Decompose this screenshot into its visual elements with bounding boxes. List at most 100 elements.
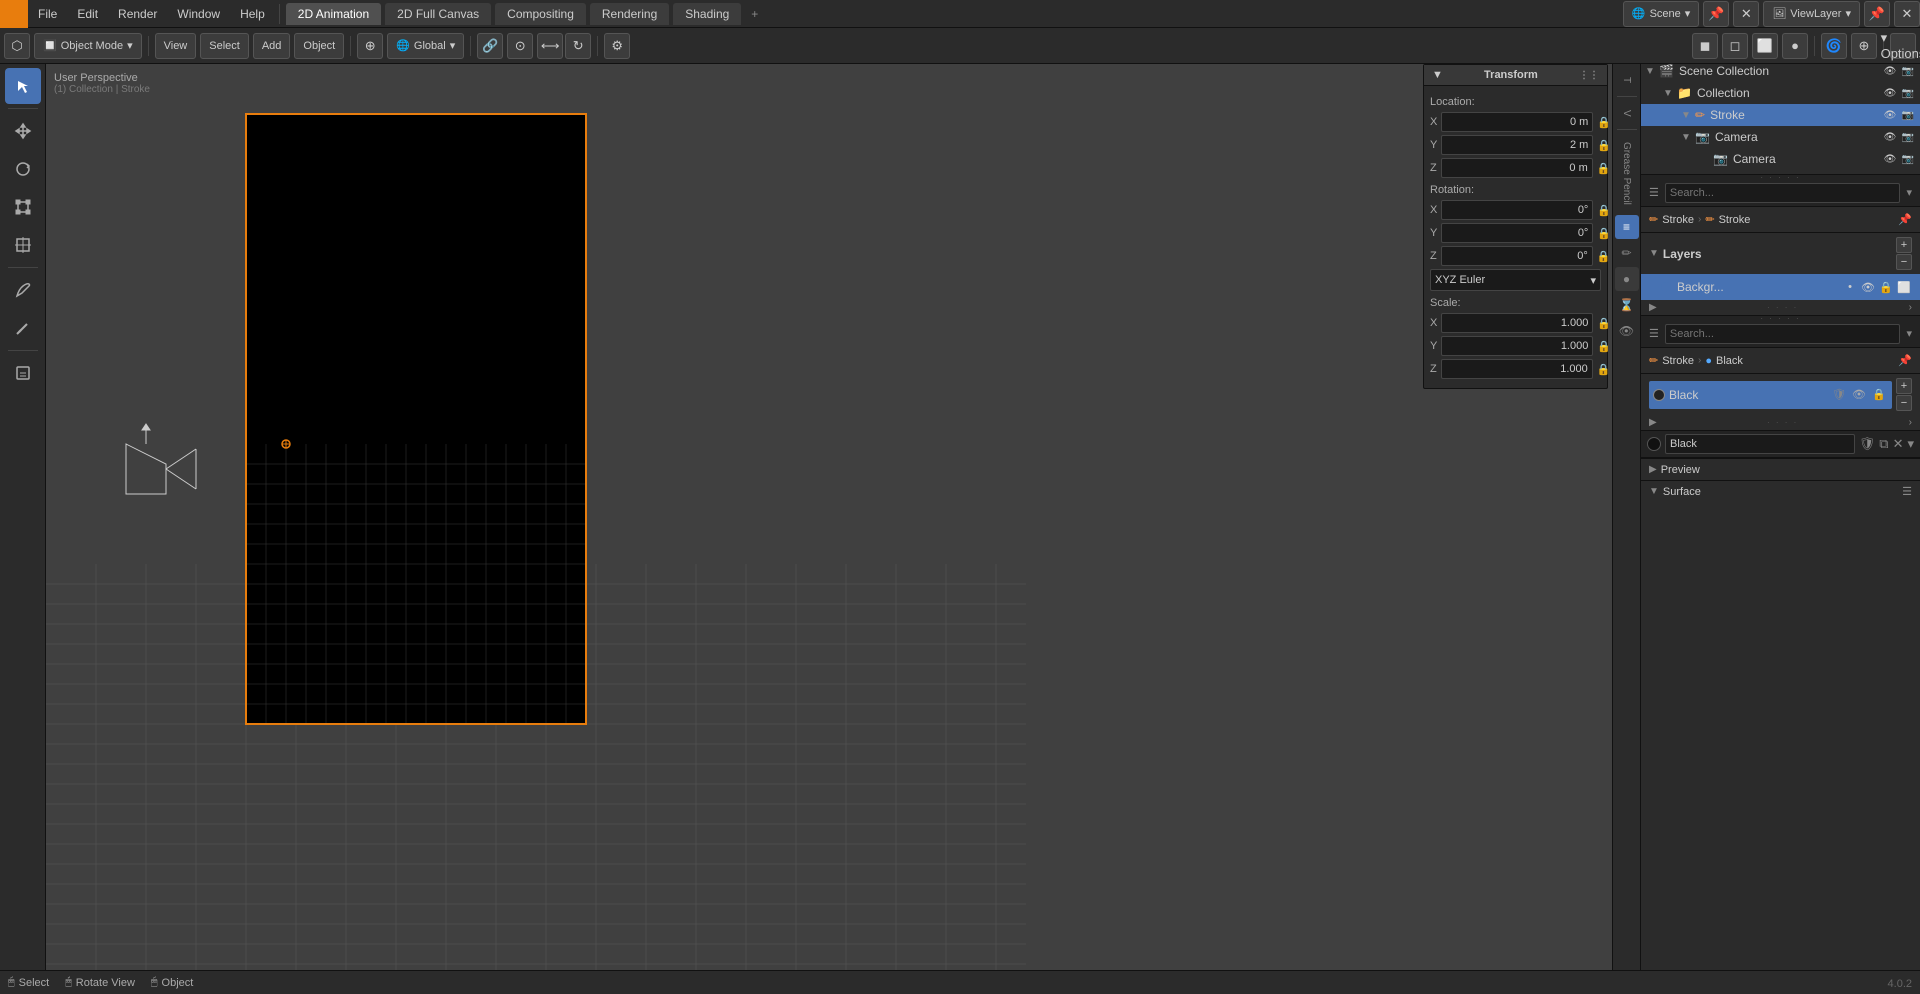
camera-child-visibility-icon[interactable]: 👁 xyxy=(1882,151,1898,167)
draw-tool-btn[interactable] xyxy=(5,272,41,308)
workspace-tab-compositing[interactable]: Compositing xyxy=(495,3,586,25)
add-menu-btn[interactable]: Add xyxy=(253,33,291,59)
material-slot-black[interactable]: Black 🛡 👁 🔒 xyxy=(1649,381,1892,409)
material-name-input[interactable] xyxy=(1665,434,1855,454)
material-shield-btn[interactable]: 🛡 xyxy=(1859,436,1876,452)
snap-btn[interactable]: 🔗 xyxy=(477,33,503,59)
scale-x-input[interactable] xyxy=(1441,313,1593,333)
workspace-tab-shading[interactable]: Shading xyxy=(673,3,741,25)
collection-visibility-icon[interactable]: 👁 xyxy=(1882,85,1898,101)
tree-item-camera-child[interactable]: ▶ 📷 Camera 👁 📷 xyxy=(1641,148,1920,170)
camera-render-icon[interactable]: 📷 xyxy=(1900,129,1916,145)
select-menu-btn[interactable]: Select xyxy=(200,33,249,59)
render-overlay-btn[interactable]: ⚙ xyxy=(604,33,630,59)
gp-breadcrumb-pin[interactable]: 📌 xyxy=(1898,213,1912,226)
menu-file[interactable]: File xyxy=(28,0,67,27)
grease-pencil-label[interactable]: Grease Pencil xyxy=(1621,134,1632,213)
tree-item-stroke[interactable]: ▼ ✏ Stroke 👁 📷 xyxy=(1641,104,1920,126)
proportional-edit-btn[interactable]: ⊙ xyxy=(507,33,533,59)
side-tool-btn[interactable]: T xyxy=(1615,68,1639,92)
workspace-add-tab[interactable]: + xyxy=(743,3,766,25)
layer-add-btn[interactable]: + xyxy=(1896,237,1912,253)
material-lock-icon[interactable]: 🔒 xyxy=(1870,386,1888,404)
layer-dot-icon[interactable]: • xyxy=(1842,279,1858,295)
rot-y-input[interactable] xyxy=(1441,223,1593,243)
material-add-btn[interactable]: + xyxy=(1896,378,1912,394)
stroke-render-icon[interactable]: 📷 xyxy=(1900,107,1916,123)
rot-x-lock[interactable]: 🔒 xyxy=(1597,204,1611,217)
loc-y-lock[interactable]: 🔒 xyxy=(1597,139,1611,152)
view-menu-btn[interactable]: View xyxy=(155,33,197,59)
rotation-mode-selector[interactable]: XYZ Euler ▾ xyxy=(1430,269,1601,291)
transform-orientation-selector[interactable]: 🌐 Global ▾ xyxy=(387,33,464,59)
material-visibility-icon[interactable]: 👁 xyxy=(1850,386,1868,404)
viewport-shading-3[interactable]: ⬜ xyxy=(1752,33,1778,59)
rotate-tool-btn[interactable] xyxy=(5,151,41,187)
material-breadcrumb-pin[interactable]: 📌 xyxy=(1898,354,1912,367)
collection-render-icon[interactable]: 📷 xyxy=(1900,85,1916,101)
overlay-btn[interactable]: 🌀 xyxy=(1821,33,1847,59)
material-duplicate-btn[interactable]: ⧉ xyxy=(1879,436,1888,452)
gp-material-icon[interactable]: ● xyxy=(1615,267,1639,291)
layer-extra-icon[interactable]: ⬜ xyxy=(1896,279,1912,295)
gp-strokes-icon[interactable]: ✏ xyxy=(1615,241,1639,265)
transform-orient-icon[interactable]: ⊕ xyxy=(357,33,383,59)
layer-visibility-icon[interactable]: 👁 xyxy=(1860,279,1876,295)
erase-tool-btn[interactable] xyxy=(5,310,41,346)
layer-item-backgr[interactable]: Backgr... • 👁 🔒 ⬜ xyxy=(1641,274,1920,300)
viewlayer-pin-btn[interactable]: 📌 xyxy=(1864,1,1890,27)
surface-list-icon[interactable]: ☰ xyxy=(1902,485,1912,498)
annotate-tool-btn[interactable] xyxy=(5,355,41,391)
workspace-tab-2d-full[interactable]: 2D Full Canvas xyxy=(385,3,491,25)
scale-z-lock[interactable]: 🔒 xyxy=(1597,363,1611,376)
preview-section-title[interactable]: ▶ Preview xyxy=(1641,458,1920,480)
layers-expand-btn[interactable]: › xyxy=(1909,302,1912,313)
loc-x-lock[interactable]: 🔒 xyxy=(1597,116,1611,129)
loc-z-lock[interactable]: 🔒 xyxy=(1597,162,1611,175)
scene-visibility-icon[interactable]: 👁 xyxy=(1882,63,1898,79)
camera-visibility-icon[interactable]: 👁 xyxy=(1882,129,1898,145)
material-unlink-btn[interactable]: ✕ xyxy=(1893,436,1904,452)
scene-close-btn[interactable]: ✕ xyxy=(1733,1,1759,27)
scene-selector[interactable]: 🌐 Scene ▾ xyxy=(1623,1,1699,27)
layer-lock-icon[interactable]: 🔒 xyxy=(1878,279,1894,295)
stroke-visibility-icon[interactable]: 👁 xyxy=(1882,107,1898,123)
move-transform-icon[interactable]: ⟷ xyxy=(537,33,563,59)
viewlayer-close-btn[interactable]: ✕ xyxy=(1894,1,1920,27)
rot-z-input[interactable] xyxy=(1441,246,1593,266)
loc-z-input[interactable] xyxy=(1441,158,1593,178)
gizmo-btn[interactable]: ⊕ xyxy=(1851,33,1877,59)
main-viewport[interactable]: User Perspective (1) Collection | Stroke… xyxy=(46,64,1612,970)
material-filter-btn[interactable]: ▾ xyxy=(1907,436,1914,452)
viewlayer-selector[interactable]: 🖼 ViewLayer ▾ xyxy=(1763,1,1860,27)
layers-bottom-arrow[interactable]: ▶ xyxy=(1649,302,1657,313)
scale-x-lock[interactable]: 🔒 xyxy=(1597,317,1611,330)
mode-selector[interactable]: 🔲 Object Mode ▾ xyxy=(34,33,142,59)
workspace-tab-2d-animation[interactable]: 2D Animation xyxy=(286,3,381,25)
blender-logo[interactable] xyxy=(0,0,28,28)
move-tool-btn[interactable] xyxy=(5,113,41,149)
menu-edit[interactable]: Edit xyxy=(67,0,108,27)
scale-y-lock[interactable]: 🔒 xyxy=(1597,340,1611,353)
material-expand-btn[interactable]: › xyxy=(1909,417,1912,428)
scene-pin-btn[interactable]: 📌 xyxy=(1703,1,1729,27)
layer-remove-btn[interactable]: − xyxy=(1896,254,1912,270)
menu-help[interactable]: Help xyxy=(230,0,275,27)
stroke-object-rect[interactable] xyxy=(246,114,586,724)
camera-child-render-icon[interactable]: 📷 xyxy=(1900,151,1916,167)
workspace-tab-rendering[interactable]: Rendering xyxy=(590,3,669,25)
gp-layers-icon[interactable]: ≡ xyxy=(1615,215,1639,239)
tree-item-collection[interactable]: ▼ 📁 Collection 👁 📷 xyxy=(1641,82,1920,104)
transform-panel-header[interactable]: ▼ Transform ⋮⋮ xyxy=(1424,65,1607,86)
scene-render-icon[interactable]: 📷 xyxy=(1900,63,1916,79)
surface-section-title[interactable]: ▼ Surface ☰ xyxy=(1641,480,1920,502)
material-remove-btn[interactable]: − xyxy=(1896,395,1912,411)
gp-filter-icon[interactable]: ▾ xyxy=(1906,186,1912,199)
tree-item-camera-parent[interactable]: ▼ 📷 Camera 👁 📷 xyxy=(1641,126,1920,148)
scale-z-input[interactable] xyxy=(1441,359,1593,379)
rotate-transform-icon[interactable]: ↻ xyxy=(565,33,591,59)
scale-y-input[interactable] xyxy=(1441,336,1593,356)
material-search-input[interactable] xyxy=(1665,324,1901,344)
rot-y-lock[interactable]: 🔒 xyxy=(1597,227,1611,240)
viewport-shading-4[interactable]: ● xyxy=(1782,33,1808,59)
